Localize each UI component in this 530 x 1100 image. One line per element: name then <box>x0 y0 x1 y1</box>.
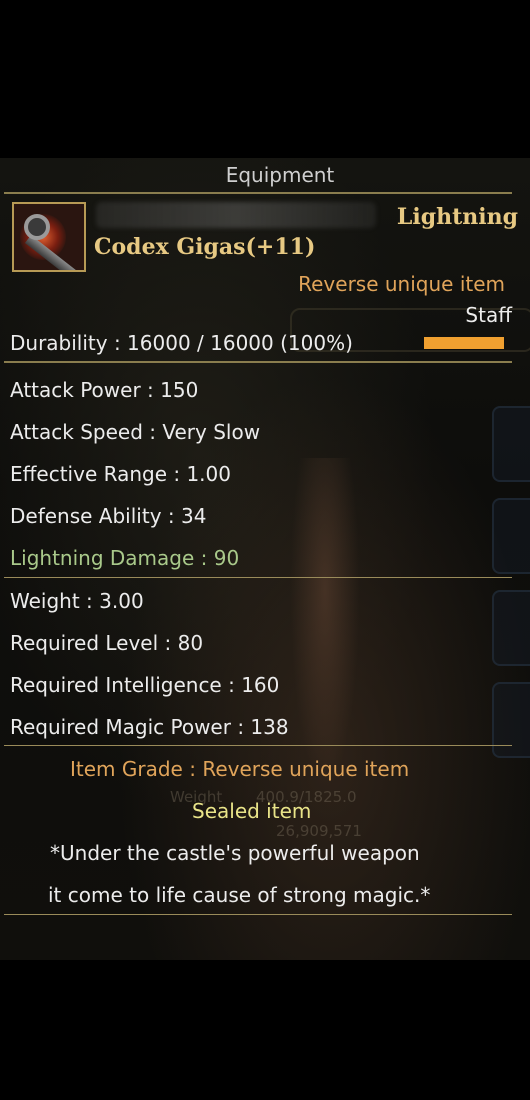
equipment-slot <box>492 682 530 758</box>
stat-lightning-damage: Lightning Damage : 90 <box>10 546 240 570</box>
durability-bar <box>424 337 504 349</box>
panel-title: Equipment <box>225 163 335 187</box>
req-intelligence: Required Intelligence : 160 <box>10 673 280 697</box>
item-tooltip-panel: Weight 400.9/1825.0 26,909,571 Equipment… <box>0 158 530 960</box>
stat-attack-speed: Attack Speed : Very Slow <box>10 420 261 444</box>
req-level: Required Level : 80 <box>10 631 204 655</box>
req-weight: Weight : 3.00 <box>10 589 144 613</box>
title-divider <box>4 192 512 194</box>
item-rarity: Reverse unique item <box>298 272 505 296</box>
item-type: Staff <box>465 303 512 327</box>
equipment-slot <box>492 498 530 574</box>
requirements-divider <box>4 745 512 746</box>
item-grade: Item Grade : Reverse unique item <box>70 757 410 781</box>
durability-divider <box>4 361 512 363</box>
durability-bar-fill <box>424 337 504 349</box>
redacted-name-area <box>96 202 376 228</box>
equipment-slot <box>492 406 530 482</box>
character-silhouette <box>290 458 360 788</box>
item-element: Lightning <box>396 204 518 230</box>
stat-attack-power: Attack Power : 150 <box>10 378 199 402</box>
footer-divider <box>4 914 512 915</box>
sealed-status: Sealed item <box>192 799 312 823</box>
bg-gold-value: 26,909,571 <box>276 822 362 840</box>
stats-divider <box>4 577 512 578</box>
req-magic-power: Required Magic Power : 138 <box>10 715 289 739</box>
equipment-slot <box>492 590 530 666</box>
stat-defense-ability: Defense Ability : 34 <box>10 504 207 528</box>
item-name: Codex Gigas(+11) <box>94 234 316 260</box>
durability-text: Durability : 16000 / 16000 (100%) <box>10 331 353 355</box>
stat-effective-range: Effective Range : 1.00 <box>10 462 231 486</box>
staff-icon <box>12 202 86 272</box>
lore-line-2: it come to life cause of strong magic.* <box>48 883 431 907</box>
lore-line-1: *Under the castle's powerful weapon <box>50 841 420 865</box>
